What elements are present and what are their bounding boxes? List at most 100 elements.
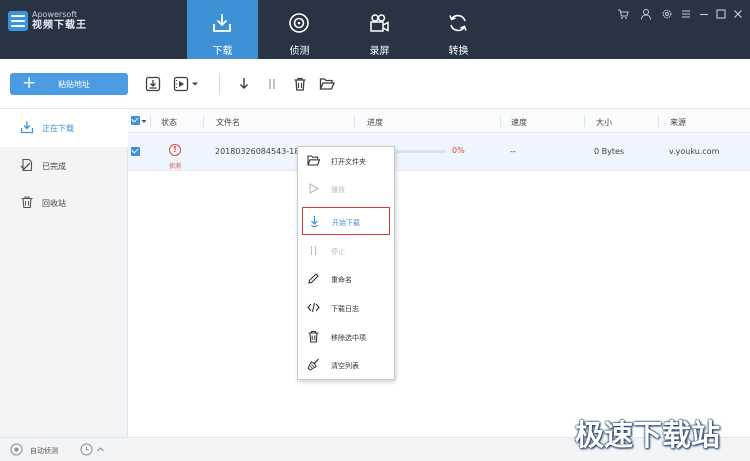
size-cell: 0 Bytes — [594, 147, 625, 156]
paste-url-button[interactable]: + 粘贴地址 — [10, 73, 128, 95]
toolbar-divider — [219, 73, 220, 95]
tab-convert[interactable]: 转换 — [423, 0, 494, 59]
menu-item-label: 下载日志 — [331, 305, 359, 313]
sidebar-item-label: 回收站 — [42, 199, 66, 208]
column-header-size[interactable]: 大小 — [596, 117, 612, 128]
column-header-progress[interactable]: 进度 — [367, 117, 383, 128]
progress-percent: 0% — [452, 146, 465, 155]
pencil-icon — [308, 273, 319, 284]
trash-icon — [21, 196, 33, 209]
table-header: 状态 文件名 进度 速度 大小 来源 — [128, 109, 750, 133]
open-folder-icon[interactable] — [319, 76, 335, 92]
minimize-icon[interactable] — [698, 8, 710, 20]
tab-detect-label: 侦测 — [289, 46, 310, 57]
brand-title: 视频下载王 — [32, 20, 87, 31]
auto-detect-toggle-icon[interactable] — [10, 443, 23, 456]
target-icon — [289, 13, 309, 33]
column-divider — [500, 115, 501, 127]
clock-icon[interactable] — [80, 443, 93, 456]
menu-icon[interactable] — [680, 8, 692, 20]
user-icon[interactable] — [640, 8, 652, 20]
chevron-down-icon[interactable] — [191, 80, 199, 88]
downloading-icon — [20, 121, 34, 134]
column-header-source[interactable]: 来源 — [670, 117, 686, 128]
menu-item-open-folder[interactable]: 打开文件夹 — [298, 147, 394, 175]
menu-item-stop[interactable]: 停止 — [298, 237, 394, 265]
stop-icon — [310, 246, 317, 255]
column-divider — [658, 115, 659, 127]
start-download-icon[interactable] — [236, 76, 252, 92]
app-logo-icon — [8, 11, 28, 31]
open-folder-icon — [307, 155, 320, 166]
column-divider — [584, 115, 585, 127]
paste-url-label: 粘贴地址 — [58, 80, 90, 89]
menu-item-rename[interactable]: 重命名 — [298, 265, 394, 293]
context-menu: 打开文件夹 播放 开始下载 停止 重命名 下载日志 移除选中项 清空列表 — [297, 146, 395, 380]
menu-item-remove-selected[interactable]: 移除选中项 — [298, 323, 394, 351]
row-checkbox[interactable] — [131, 147, 140, 156]
tab-download[interactable]: 下载 — [187, 0, 258, 59]
play-icon — [309, 183, 320, 194]
column-header-speed[interactable]: 速度 — [511, 117, 527, 128]
menu-item-label: 播放 — [331, 186, 345, 194]
column-header-filename[interactable]: 文件名 — [216, 117, 240, 128]
brand: Apowersoft 视频下载王 — [8, 10, 87, 32]
delete-icon[interactable] — [292, 76, 308, 92]
close-icon[interactable] — [732, 8, 744, 20]
sidebar-item-label: 已完成 — [42, 162, 66, 171]
menu-item-label: 清空列表 — [331, 362, 359, 370]
sidebar-item-downloading[interactable]: 正在下载 — [0, 109, 128, 147]
tab-detect[interactable]: 侦测 — [264, 0, 335, 59]
tab-record-label: 录屏 — [369, 46, 390, 57]
status-text: 侦测 — [169, 163, 182, 170]
filename-cell: 20180326084543-1811 — [215, 147, 310, 156]
title-bar: Apowersoft 视频下载王 下载 侦测 录屏 转换 — [0, 0, 750, 59]
menu-item-label: 移除选中项 — [331, 334, 366, 342]
menu-item-label: 停止 — [331, 248, 345, 256]
convert-arrows-icon — [449, 14, 467, 32]
auto-detect-label: 自动侦测 — [30, 447, 58, 455]
download-tray-icon — [213, 14, 231, 32]
settings-icon[interactable] — [661, 8, 673, 20]
toolbar: + 粘贴地址 — [0, 59, 750, 109]
menu-item-label: 重命名 — [331, 276, 352, 284]
code-icon — [307, 302, 320, 313]
column-divider — [203, 115, 204, 127]
progress-bar — [396, 150, 446, 153]
broom-icon — [307, 358, 319, 371]
sidebar-item-recycle-bin[interactable]: 回收站 — [0, 184, 128, 222]
tab-record[interactable]: 录屏 — [344, 0, 415, 59]
menu-item-clear-list[interactable]: 清空列表 — [298, 351, 394, 379]
cart-icon[interactable] — [617, 8, 629, 20]
completed-icon — [20, 158, 33, 172]
download-hand-icon — [311, 216, 318, 228]
video-format-icon[interactable] — [173, 76, 189, 92]
menu-item-label: 开始下载 — [332, 219, 360, 227]
column-header-status[interactable]: 状态 — [161, 117, 177, 128]
speed-cell: -- — [510, 147, 516, 156]
pause-icon[interactable] — [264, 76, 280, 92]
download-table: 状态 文件名 进度 速度 大小 来源 ! 侦测 20180326084543-1… — [128, 109, 750, 437]
menu-item-label: 打开文件夹 — [331, 158, 366, 166]
sidebar-item-label: 正在下载 — [42, 124, 74, 133]
tab-download-label: 下载 — [212, 46, 233, 57]
menu-item-start-download[interactable]: 开始下载 — [302, 207, 390, 235]
menu-item-play[interactable]: 播放 — [298, 175, 394, 203]
column-divider — [354, 115, 355, 127]
maximize-icon[interactable] — [715, 8, 727, 20]
caret-down-icon[interactable] — [141, 119, 147, 124]
chevron-up-icon[interactable] — [96, 443, 105, 456]
import-icon[interactable] — [145, 76, 161, 92]
watermark-logo: 极速下载站 — [575, 418, 721, 452]
sidebar-item-completed[interactable]: 已完成 — [0, 147, 128, 185]
source-cell: v.youku.com — [669, 147, 720, 156]
select-all-checkbox[interactable] — [131, 116, 140, 125]
video-camera-icon — [370, 14, 389, 32]
trash-icon — [308, 330, 319, 343]
tab-convert-label: 转换 — [448, 46, 469, 57]
plus-icon: + — [22, 73, 37, 93]
alert-icon: ! — [169, 144, 181, 156]
table-row[interactable]: ! 侦测 20180326084543-1811 0% -- 0 Bytes v… — [128, 133, 750, 171]
menu-item-download-log[interactable]: 下载日志 — [298, 294, 394, 322]
sidebar: 正在下载 已完成 回收站 — [0, 109, 128, 437]
